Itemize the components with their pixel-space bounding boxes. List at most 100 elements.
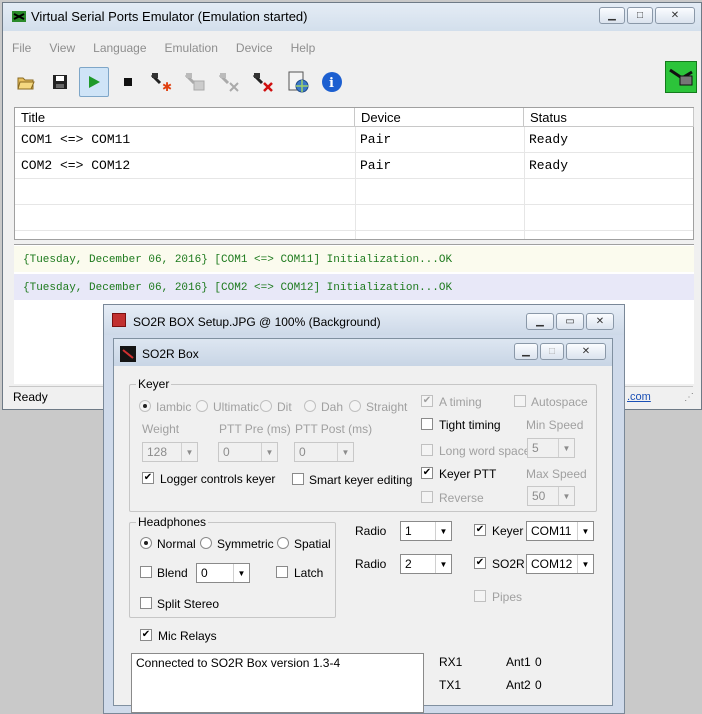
maximize-button[interactable]: □ bbox=[627, 7, 653, 24]
create-device-icon[interactable]: ✱ bbox=[147, 67, 177, 97]
keyer-port-select[interactable]: COM11 ▼ bbox=[526, 521, 594, 541]
svg-text:i: i bbox=[329, 76, 334, 91]
viewer-minimize-button[interactable]: ▁ bbox=[526, 313, 554, 330]
keyer-ptt-label: Keyer PTT bbox=[439, 467, 497, 481]
straight-radio[interactable] bbox=[349, 400, 361, 412]
ant1-label: Ant1 bbox=[506, 655, 531, 669]
a-timing-label: A timing bbox=[439, 395, 482, 409]
dit-radio[interactable] bbox=[260, 400, 272, 412]
open-icon[interactable] bbox=[11, 67, 41, 97]
menu-device[interactable]: Device bbox=[227, 39, 282, 61]
normal-radio[interactable] bbox=[140, 537, 152, 549]
so2r-close-button[interactable]: ✕ bbox=[566, 343, 606, 360]
menu-view[interactable]: View bbox=[40, 39, 84, 61]
so2r-maximize-button[interactable]: □ bbox=[540, 343, 564, 360]
column-header-title[interactable]: Title bbox=[15, 108, 355, 127]
spatial-radio[interactable] bbox=[277, 537, 289, 549]
so2r-minimize-button[interactable]: ▁ bbox=[514, 343, 538, 360]
column-header-status[interactable]: Status bbox=[524, 108, 694, 127]
so2r-port-label: SO2R bbox=[492, 557, 525, 571]
edit-device-icon[interactable] bbox=[181, 67, 211, 97]
empty-row bbox=[15, 205, 693, 231]
ant1-value: 0 bbox=[535, 655, 542, 669]
max-speed-select[interactable]: 50 ▼ bbox=[527, 486, 575, 506]
menu-bar: File View Language Emulation Device Help bbox=[3, 39, 701, 61]
ant2-label: Ant2 bbox=[506, 678, 531, 692]
min-speed-select[interactable]: 5 ▼ bbox=[527, 438, 575, 458]
info-icon[interactable]: i bbox=[317, 67, 347, 97]
iambic-radio[interactable] bbox=[139, 400, 151, 412]
viewer-maximize-button[interactable]: ▭ bbox=[556, 313, 584, 330]
normal-label: Normal bbox=[157, 537, 196, 551]
blend-checkbox[interactable] bbox=[140, 566, 152, 578]
toolbar: ✱ i bbox=[11, 65, 347, 99]
tight-timing-checkbox[interactable] bbox=[421, 418, 433, 430]
smart-editing-checkbox[interactable] bbox=[292, 473, 304, 485]
stop-icon[interactable] bbox=[113, 67, 143, 97]
split-stereo-checkbox[interactable] bbox=[140, 597, 152, 609]
long-word-space-checkbox[interactable] bbox=[421, 444, 433, 456]
menu-file[interactable]: File bbox=[3, 39, 40, 61]
status-text: Ready bbox=[13, 390, 48, 404]
tight-timing-label: Tight timing bbox=[439, 418, 501, 432]
so2r-title-bar: SO2R Box ▁ □ ✕ bbox=[114, 339, 612, 366]
table-row[interactable]: COM2 <=> COM12 Pair Ready bbox=[15, 153, 693, 179]
menu-emulation[interactable]: Emulation bbox=[156, 39, 227, 61]
radio1-label: Radio bbox=[355, 524, 387, 538]
row-status: Ready bbox=[529, 132, 569, 147]
reverse-checkbox[interactable] bbox=[421, 491, 433, 503]
max-speed-label: Max Speed bbox=[526, 467, 587, 481]
weight-select[interactable]: 128 ▼ bbox=[142, 442, 198, 462]
ultimatic-label: Ultimatic bbox=[213, 400, 260, 414]
so2r-port-checkbox[interactable]: ✔ bbox=[474, 557, 486, 569]
logger-controls-checkbox[interactable]: ✔ bbox=[142, 472, 154, 484]
table-row[interactable]: COM1 <=> COM11 Pair Ready bbox=[15, 127, 693, 153]
minimize-button[interactable]: ▁ bbox=[599, 7, 625, 24]
straight-label: Straight bbox=[366, 400, 408, 414]
keyer-port-label: Keyer bbox=[492, 524, 524, 538]
menu-language[interactable]: Language bbox=[84, 39, 155, 61]
photoshop-icon bbox=[112, 313, 126, 327]
spatial-label: Spatial bbox=[294, 537, 331, 551]
log-line: {Tuesday, December 06, 2016} [COM2 <=> C… bbox=[14, 274, 694, 300]
symmetric-label: Symmetric bbox=[217, 537, 274, 551]
autospace-checkbox[interactable] bbox=[514, 395, 526, 407]
keyer-port-checkbox[interactable]: ✔ bbox=[474, 524, 486, 536]
long-word-space-label: Long word space bbox=[439, 444, 531, 458]
pipes-checkbox[interactable] bbox=[474, 590, 486, 602]
logger-controls-label: Logger controls keyer bbox=[160, 472, 276, 486]
dah-label: Dah bbox=[321, 400, 344, 414]
save-icon[interactable] bbox=[45, 67, 75, 97]
network-icon[interactable] bbox=[283, 67, 313, 97]
ultimatic-radio[interactable] bbox=[196, 400, 208, 412]
status-log-textbox[interactable]: Connected to SO2R Box version 1.3-4 bbox=[131, 653, 424, 713]
column-header-device[interactable]: Device bbox=[355, 108, 524, 127]
remove-device-icon[interactable] bbox=[249, 67, 279, 97]
latch-checkbox[interactable] bbox=[276, 566, 288, 578]
keyer-ptt-checkbox[interactable]: ✔ bbox=[421, 467, 433, 479]
radio2-select[interactable]: 2 ▼ bbox=[400, 554, 452, 574]
min-speed-label: Min Speed bbox=[526, 418, 584, 432]
status-link[interactable]: .com bbox=[627, 391, 651, 403]
blend-select[interactable]: 0 ▼ bbox=[196, 563, 250, 583]
a-timing-checkbox[interactable]: ✔ bbox=[421, 395, 433, 407]
start-icon[interactable] bbox=[79, 67, 109, 97]
ptt-post-select[interactable]: 0 ▼ bbox=[294, 442, 354, 462]
mic-relays-checkbox[interactable]: ✔ bbox=[140, 629, 152, 641]
weight-label: Weight bbox=[142, 422, 180, 436]
radio1-select[interactable]: 1 ▼ bbox=[400, 521, 452, 541]
so2r-port-select[interactable]: COM12 ▼ bbox=[526, 554, 594, 574]
row-title: COM1 <=> COM11 bbox=[21, 132, 131, 147]
menu-help[interactable]: Help bbox=[282, 39, 325, 61]
close-button[interactable]: ✕ bbox=[655, 7, 695, 24]
ptt-pre-select[interactable]: 0 ▼ bbox=[218, 442, 278, 462]
row-title: COM2 <=> COM12 bbox=[21, 158, 131, 173]
delete-device-icon[interactable] bbox=[215, 67, 245, 97]
dah-radio[interactable] bbox=[304, 400, 316, 412]
row-device: Pair bbox=[360, 158, 392, 173]
smart-editing-label: Smart keyer editing bbox=[309, 473, 413, 487]
symmetric-radio[interactable] bbox=[200, 537, 212, 549]
row-device: Pair bbox=[360, 132, 392, 147]
viewer-close-button[interactable]: ✕ bbox=[586, 313, 614, 330]
keyer-group-title: Keyer bbox=[136, 377, 172, 391]
